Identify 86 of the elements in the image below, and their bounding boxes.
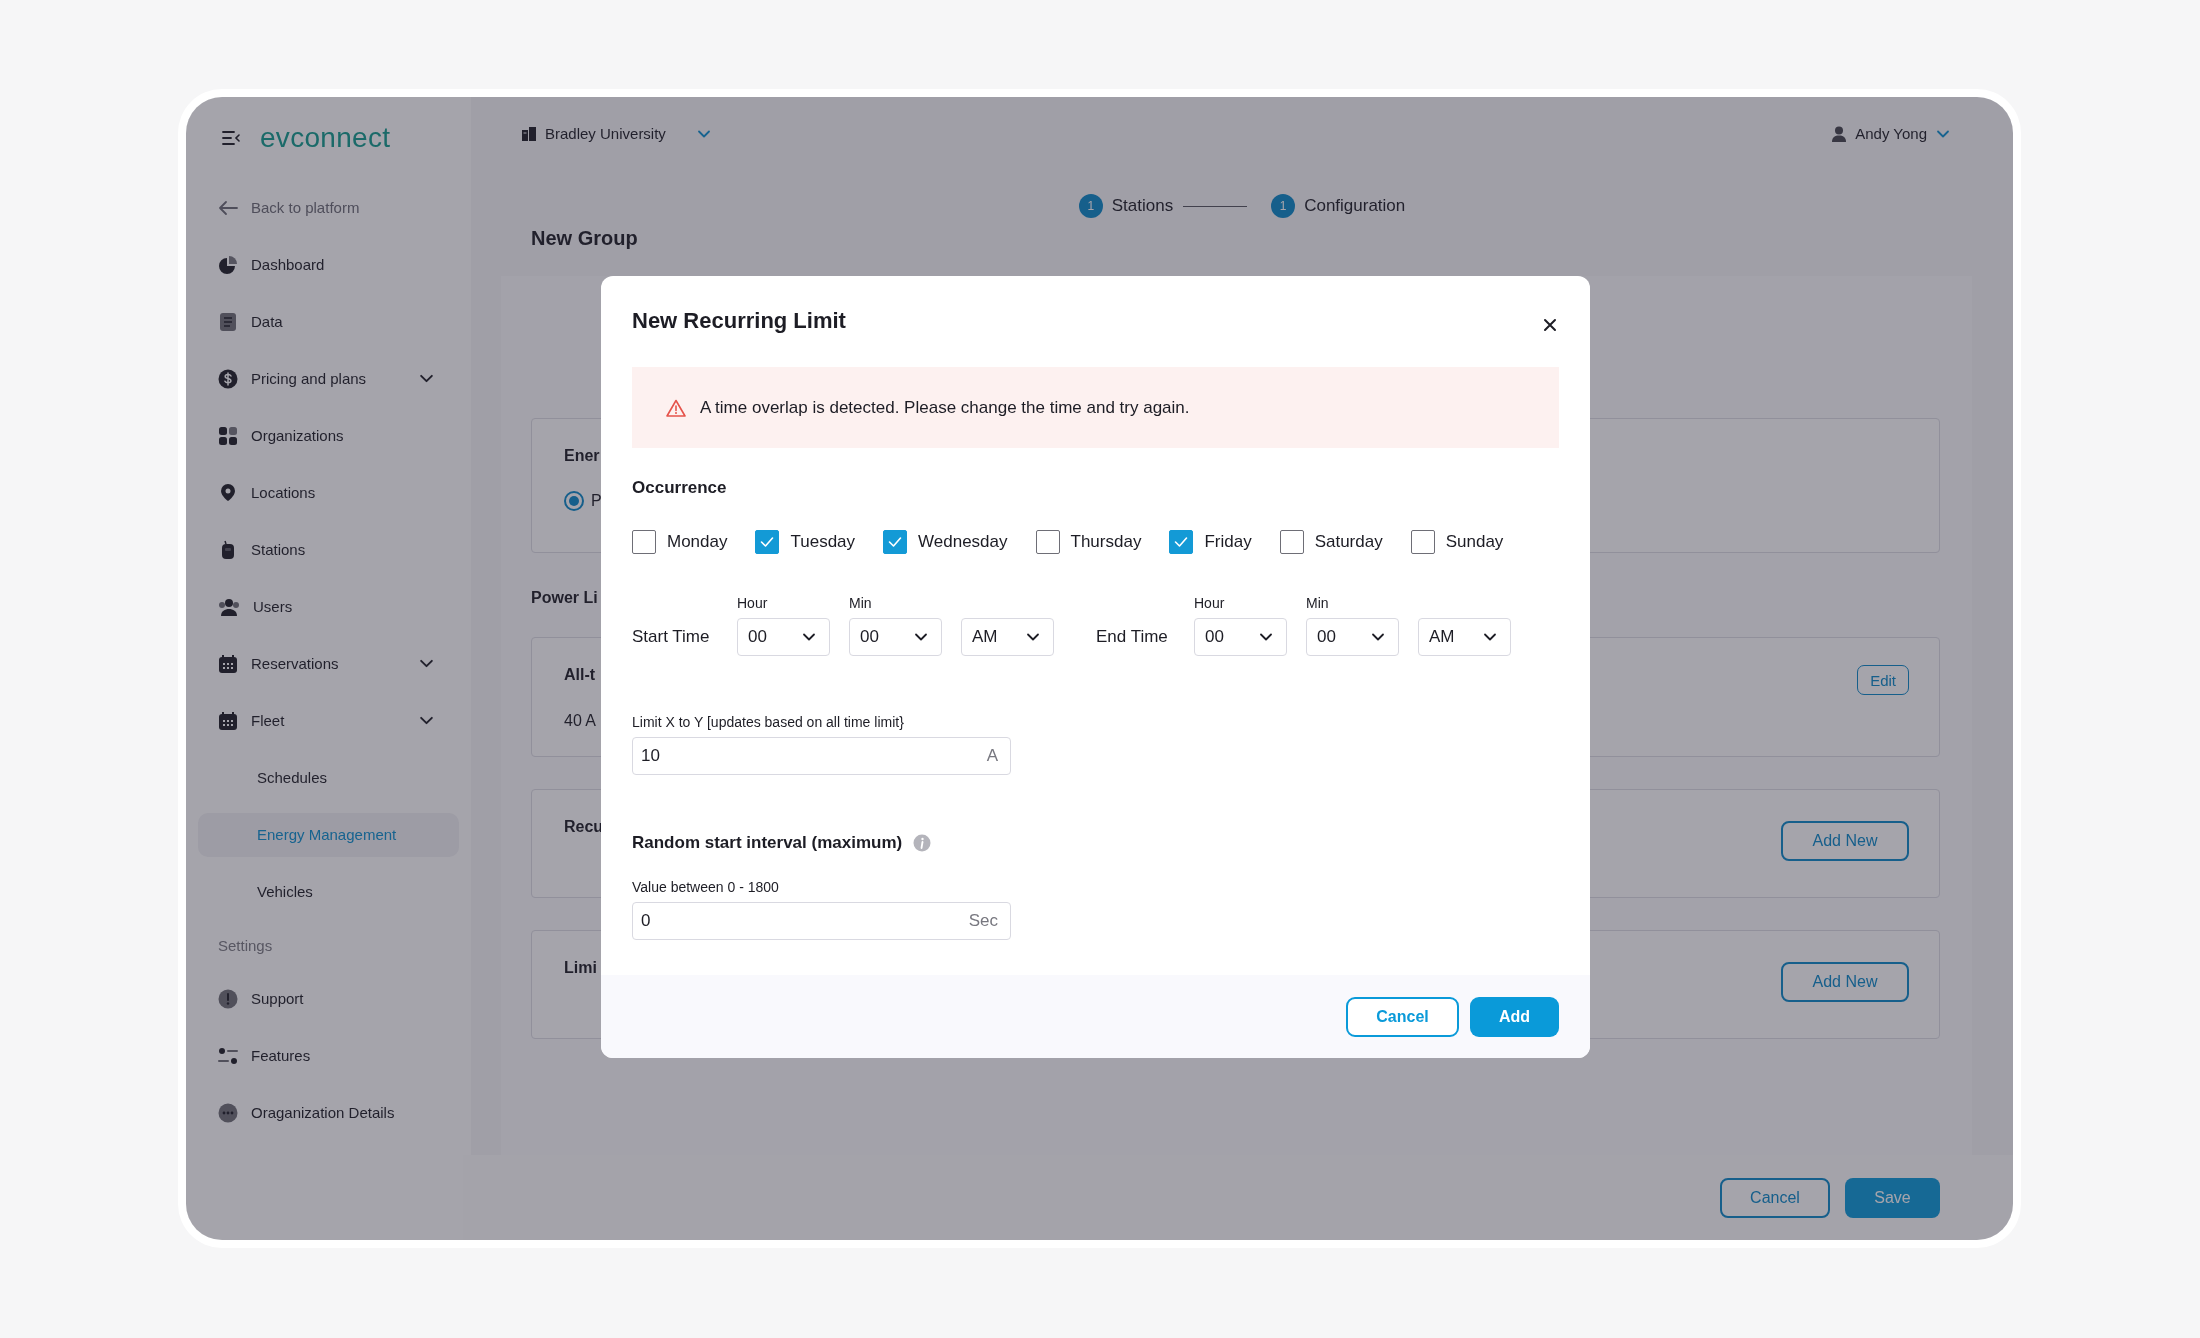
card-value: 40 A (564, 712, 597, 730)
sidebar-item[interactable]: Locations (186, 464, 471, 521)
sidebar-subitem[interactable]: Schedules (198, 755, 459, 800)
sidebar-item[interactable]: Organizations (186, 407, 471, 464)
select-field[interactable]: 00 (1306, 618, 1399, 656)
field-label: Value between 0 - 1800 (632, 878, 780, 896)
checkbox[interactable] (1035, 530, 1060, 554)
select-field[interactable]: 00 (849, 618, 942, 656)
radio-button[interactable] (564, 491, 584, 511)
sidebar-item[interactable]: Pricing and plans (186, 350, 471, 407)
building-icon (522, 126, 536, 141)
select-label: Hour (1194, 594, 1226, 612)
card-title: Recu (564, 818, 604, 836)
checkbox-label: Saturday (1314, 532, 1383, 552)
select-label: Min (1306, 594, 1330, 612)
select-field[interactable]: AM (1418, 618, 1511, 656)
checkbox-label: Thursday (1070, 532, 1142, 552)
select-label: Hour (737, 594, 769, 612)
user-icon (1832, 125, 1847, 142)
checkbox[interactable] (1279, 530, 1304, 554)
sidebar-item[interactable]: Reservations (186, 635, 471, 692)
user-menu[interactable]: Andy Yong (1832, 125, 1950, 142)
sidebar-item[interactable]: Stations (186, 521, 471, 578)
users-icon (218, 596, 240, 617)
checkbox-label: Tuesday (790, 532, 856, 552)
checkbox[interactable] (755, 530, 780, 554)
checkbox-label: Wednesday (918, 532, 1008, 552)
checkmark-icon (1174, 536, 1189, 548)
step-number: 1 (1271, 194, 1296, 218)
select-field[interactable]: 00 (737, 618, 830, 656)
calendar-icon (218, 653, 238, 674)
sliders-icon (218, 1045, 238, 1066)
document-icon (218, 311, 238, 332)
step-label: Configuration (1304, 196, 1406, 216)
sidebar-item[interactable]: Oraganization Details (186, 1084, 471, 1141)
card-title: Ener (564, 447, 600, 465)
warning-icon (666, 398, 686, 417)
input-field[interactable]: 0 Sec (632, 902, 1011, 940)
sidebar-item[interactable]: Fleet (186, 692, 471, 749)
section-title: Random start interval (maximum) (632, 832, 903, 854)
sidebar-item[interactable]: Support (186, 970, 471, 1027)
step-label: Stations (1111, 196, 1174, 216)
sidebar-item[interactable]: Data (186, 293, 471, 350)
input-field[interactable]: 10 A (632, 737, 1011, 775)
time-label: Start Time (632, 626, 711, 648)
checkbox[interactable] (632, 530, 656, 554)
map-pin-icon (218, 482, 238, 503)
page-title: New Group (531, 226, 639, 251)
step-number: 1 (1078, 194, 1103, 218)
field-label: Limit X to Y [updates based on all time limit} (632, 713, 905, 731)
checkbox[interactable] (883, 530, 908, 554)
section-title: Power Li (531, 588, 598, 608)
time-label: End Time (1096, 626, 1169, 648)
calendar-icon (218, 710, 238, 731)
grid-icon (218, 425, 238, 446)
checkbox[interactable] (1169, 530, 1194, 554)
card-title: Limi (564, 959, 597, 977)
sidebar-item[interactable]: Features (186, 1027, 471, 1084)
menu-collapse-icon (222, 131, 240, 145)
card-title: All-t (564, 666, 596, 684)
select-field[interactable]: 00 (1194, 618, 1287, 656)
organization-selector[interactable]: Bradley University (522, 125, 711, 142)
back-link[interactable]: Back to platform (186, 179, 471, 236)
section-heading: Settings (217, 935, 274, 956)
section-title: Occurrence (632, 477, 728, 499)
alert-message: A time overlap is detected. Please change the time and try again. (700, 397, 1190, 418)
close-icon (1543, 318, 1557, 332)
info-icon (913, 834, 932, 852)
radio-label: P (591, 492, 602, 510)
checkbox-label: Sunday (1445, 532, 1504, 552)
arrow-left-icon (218, 199, 238, 216)
sidebar-item[interactable]: Dashboard (186, 236, 471, 293)
checkbox-label: Friday (1204, 532, 1252, 552)
select-field[interactable]: AM (961, 618, 1054, 656)
checkbox[interactable] (1410, 530, 1435, 554)
dollar-icon (218, 368, 238, 389)
sidebar-item[interactable]: Users (186, 578, 471, 635)
sidebar-subitem[interactable]: Vehicles (198, 869, 459, 914)
checkmark-icon (888, 536, 903, 548)
pie-chart-icon (218, 254, 238, 275)
modal-title: New Recurring Limit (632, 308, 846, 334)
alert-circle-icon (218, 988, 238, 1009)
checkbox-label: Monday (667, 532, 728, 552)
checkmark-icon (760, 536, 775, 548)
more-icon (218, 1102, 238, 1123)
select-label: Min (849, 594, 873, 612)
